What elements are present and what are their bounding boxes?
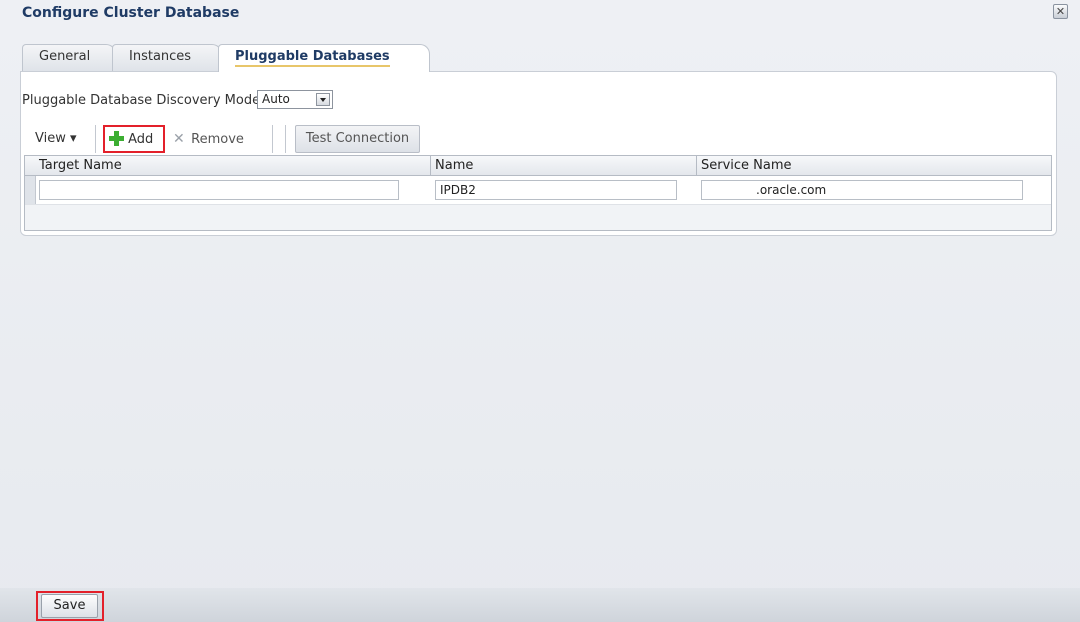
dialog-footer — [0, 588, 1080, 622]
view-menu[interactable]: View ▾ — [35, 131, 77, 146]
plus-icon — [109, 131, 124, 146]
table-row[interactable]: IPDB2 .oracle.com — [25, 176, 1051, 205]
discovery-mode-label: Pluggable Database Discovery Mode — [22, 93, 261, 108]
dialog-title: Configure Cluster Database — [22, 5, 240, 21]
chevron-down-icon — [316, 93, 330, 106]
service-name-field[interactable]: .oracle.com — [701, 180, 1023, 200]
tab-general[interactable]: General — [22, 44, 116, 71]
tab-general-label: General — [39, 49, 91, 64]
target-name-field[interactable] — [39, 180, 399, 200]
close-icon[interactable]: ✕ — [1053, 4, 1068, 19]
discovery-mode-value: Auto — [262, 92, 290, 106]
add-label: Add — [128, 132, 154, 147]
tab-pluggable-databases[interactable]: Pluggable Databases — [218, 44, 430, 72]
tab-instances-label: Instances — [129, 49, 192, 64]
tab-pluggable-databases-label: Pluggable Databases — [235, 49, 390, 67]
save-button[interactable]: Save — [41, 594, 98, 618]
column-header-name[interactable]: Name — [431, 156, 697, 176]
test-connection-button[interactable]: Test Connection — [295, 125, 420, 153]
toolbar-divider — [285, 125, 286, 153]
toolbar-divider — [272, 125, 273, 153]
column-header-service-name[interactable]: Service Name — [697, 156, 1051, 176]
remove-label: Remove — [191, 132, 244, 147]
column-header-target-name[interactable]: Target Name — [25, 156, 431, 176]
remove-x-icon: ✕ — [173, 131, 185, 147]
row-header — [25, 176, 36, 204]
discovery-mode-select[interactable]: Auto — [257, 90, 333, 109]
pluggable-databases-table: Target Name Name Service Name IPDB2 .ora… — [24, 155, 1052, 231]
toolbar-divider — [95, 125, 96, 153]
configure-cluster-database-dialog: Configure Cluster Database ✕ General Ins… — [0, 0, 1080, 622]
tab-instances[interactable]: Instances — [112, 44, 222, 71]
add-button[interactable]: Add — [109, 131, 153, 147]
name-field[interactable]: IPDB2 — [435, 180, 677, 200]
remove-button[interactable]: ✕ Remove — [173, 131, 244, 147]
